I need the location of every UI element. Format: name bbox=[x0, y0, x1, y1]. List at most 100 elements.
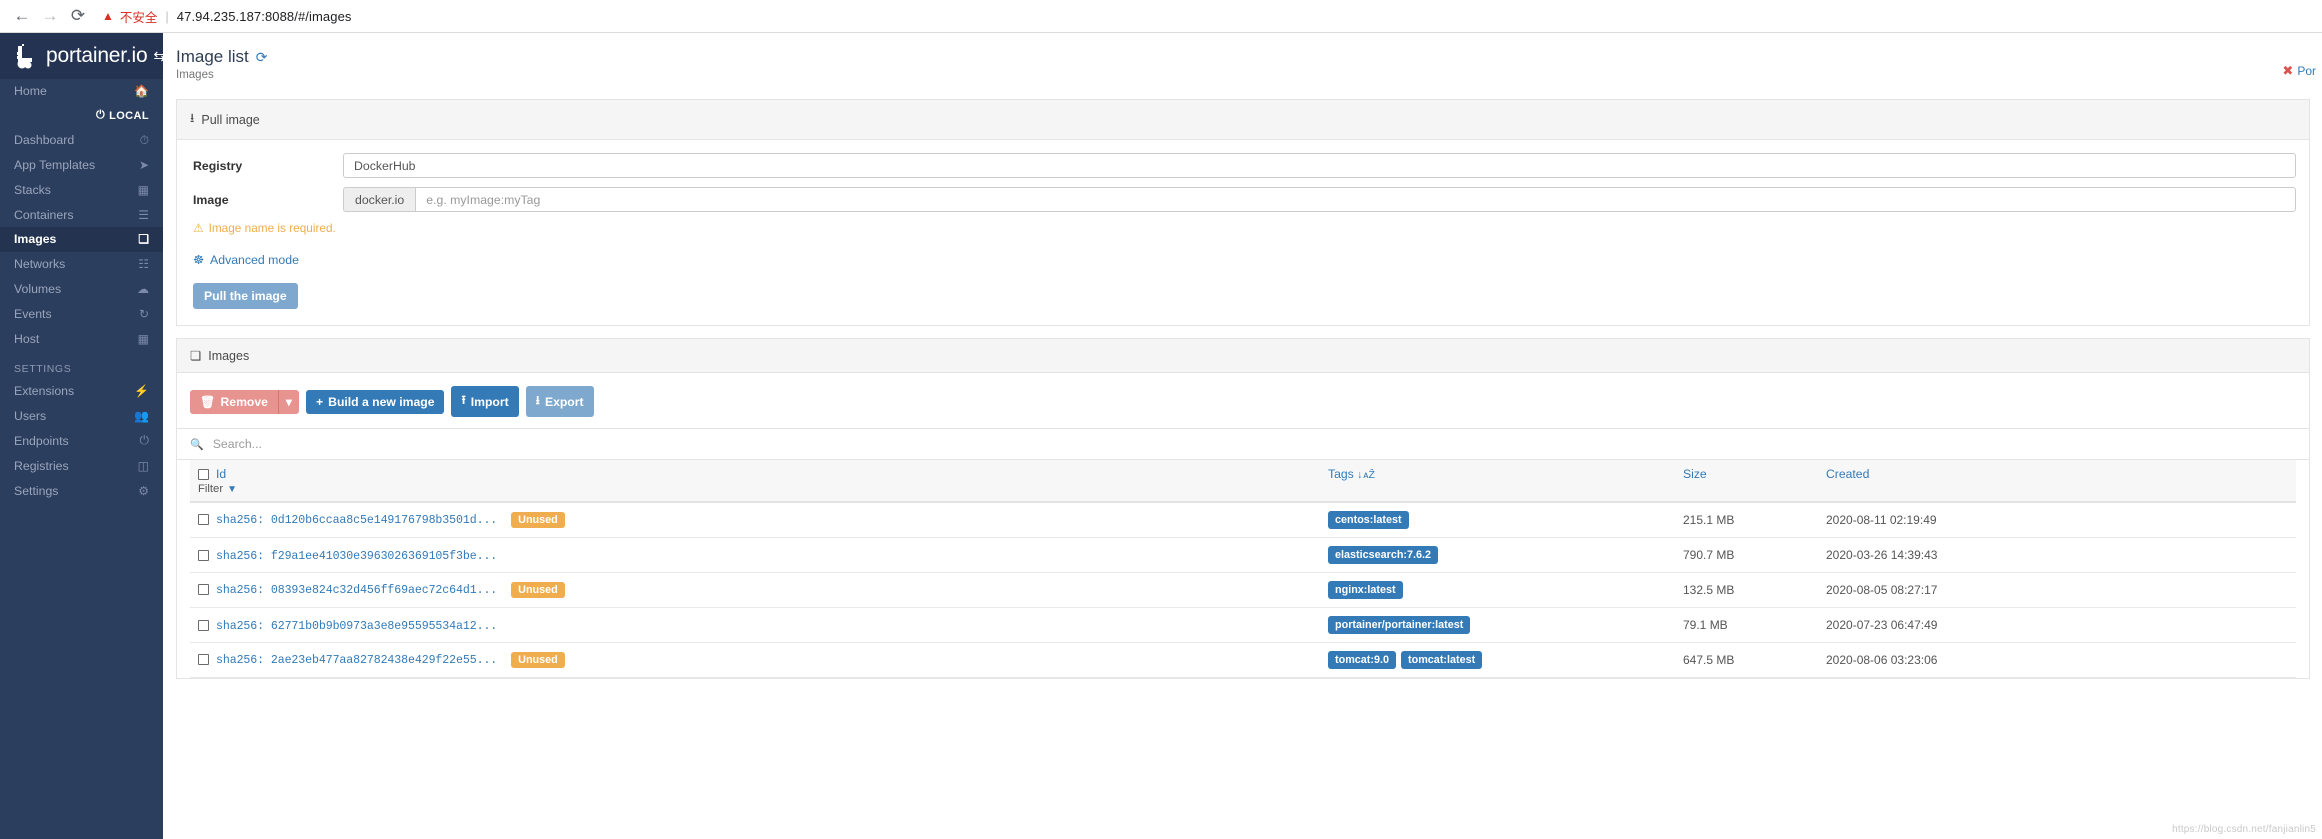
images-table-body: sha256: 0d120b6ccaa8c5e149176798b3501d..… bbox=[190, 502, 2296, 678]
sidebar-item-label: Networks bbox=[14, 257, 65, 271]
bolt-icon: ⚡ bbox=[134, 384, 149, 398]
row-checkbox[interactable] bbox=[198, 620, 209, 631]
row-checkbox[interactable] bbox=[198, 654, 209, 665]
registry-label: Registry bbox=[190, 159, 343, 173]
image-id-link[interactable]: sha256: 2ae23eb477aa82782438e429f22e55..… bbox=[216, 654, 497, 667]
back-arrow-icon[interactable]: ← bbox=[8, 2, 36, 30]
sidebar-item-label: Stacks bbox=[14, 183, 51, 197]
filter-control[interactable]: Filter ▼ bbox=[198, 483, 1328, 495]
remove-dropdown-button[interactable]: ▾ bbox=[278, 390, 299, 414]
refresh-icon[interactable]: ⟳ bbox=[256, 49, 268, 66]
sidebar-item-registries[interactable]: Registries ◫ bbox=[0, 453, 163, 478]
images-table-head: Id Filter ▼ Tags ↓ ᴀẐ bbox=[190, 460, 2296, 502]
row-checkbox[interactable] bbox=[198, 584, 209, 595]
sidebar-item-label: Settings bbox=[14, 484, 58, 498]
images-toolbar: 🗑 Remove ▾ + Build a new image ⭱ Import bbox=[190, 386, 2296, 428]
network-icon: ☷ bbox=[138, 257, 149, 271]
status-badge: Unused bbox=[511, 652, 565, 668]
tag-badge: centos:latest bbox=[1328, 511, 1409, 529]
history-icon: ↻ bbox=[139, 307, 149, 321]
table-row[interactable]: sha256: 2ae23eb477aa82782438e429f22e55..… bbox=[190, 643, 2296, 678]
row-checkbox[interactable] bbox=[198, 514, 209, 525]
cell-tags: portainer/portainer:latest bbox=[1328, 608, 1683, 643]
column-header-id[interactable]: Id Filter ▼ bbox=[190, 460, 1328, 502]
sidebar-item-label: Events bbox=[14, 307, 52, 321]
sidebar-item-networks[interactable]: Networks ☷ bbox=[0, 252, 163, 277]
warning-triangle-icon: ▲ bbox=[102, 9, 114, 23]
globe-icon: ☸ bbox=[193, 253, 204, 267]
column-header-created[interactable]: Created bbox=[1826, 460, 2296, 502]
collapse-toggle-icon[interactable]: ⇆ bbox=[154, 48, 163, 65]
search-input[interactable]: Search... bbox=[213, 437, 262, 451]
top-right-label: Por bbox=[2297, 64, 2316, 78]
sidebar-item-users[interactable]: Users 👥 bbox=[0, 404, 163, 429]
cell-created: 2020-08-11 02:19:49 bbox=[1826, 502, 2296, 538]
cell-created: 2020-07-23 06:47:49 bbox=[1826, 608, 2296, 643]
download-icon: ⭳ bbox=[190, 109, 194, 130]
advanced-mode-toggle[interactable]: ☸ Advanced mode bbox=[193, 253, 2296, 267]
brand-header: portainer.io ⇆ bbox=[0, 33, 163, 79]
table-row[interactable]: sha256: 08393e824c32d456ff69aec72c64d1..… bbox=[190, 573, 2296, 608]
sidebar-item-settings[interactable]: Settings ⚙ bbox=[0, 478, 163, 503]
brand-name: portainer.io bbox=[46, 44, 148, 68]
select-all-checkbox[interactable] bbox=[198, 469, 209, 480]
column-header-size-label: Size bbox=[1683, 467, 1707, 481]
reload-icon[interactable]: ⟳ bbox=[64, 2, 92, 30]
image-id-link[interactable]: sha256: 62771b0b9b0973a3e8e95595534a12..… bbox=[216, 620, 497, 633]
sidebar-item-home[interactable]: Home 🏠 bbox=[0, 79, 163, 104]
image-id-link[interactable]: sha256: f29a1ee41030e3963026369105f3be..… bbox=[216, 550, 497, 563]
column-header-tags[interactable]: Tags ↓ ᴀẐ bbox=[1328, 460, 1683, 502]
sidebar-item-label: App Templates bbox=[14, 158, 95, 172]
column-header-size[interactable]: Size bbox=[1683, 460, 1826, 502]
table-row[interactable]: sha256: 0d120b6ccaa8c5e149176798b3501d..… bbox=[190, 502, 2296, 538]
address-bar[interactable]: ▲ 不安全 | 47.94.235.187:8088/#/images bbox=[102, 4, 2314, 28]
build-new-image-button[interactable]: + Build a new image bbox=[306, 390, 444, 414]
image-id-link[interactable]: sha256: 08393e824c32d456ff69aec72c64d1..… bbox=[216, 584, 497, 597]
table-row[interactable]: sha256: 62771b0b9b0973a3e8e95595534a12..… bbox=[190, 608, 2296, 643]
sidebar-item-stacks[interactable]: Stacks ▦ bbox=[0, 177, 163, 202]
sidebar-item-host[interactable]: Host ▦ bbox=[0, 326, 163, 351]
page-header: Image list ⟳ Images bbox=[163, 33, 2322, 87]
cell-id: sha256: 0d120b6ccaa8c5e149176798b3501d..… bbox=[190, 502, 1328, 538]
forward-arrow-icon[interactable]: → bbox=[36, 2, 64, 30]
tag-badge: portainer/portainer:latest bbox=[1328, 616, 1470, 634]
sidebar-item-app-templates[interactable]: App Templates ➤ bbox=[0, 153, 163, 178]
sidebar-item-label: Dashboard bbox=[14, 133, 74, 147]
sidebar-item-dashboard[interactable]: Dashboard ⏱ bbox=[0, 128, 163, 153]
export-button[interactable]: ⭳ Export bbox=[526, 386, 594, 417]
sidebar-item-events[interactable]: Events ↻ bbox=[0, 301, 163, 326]
sidebar-item-label: Users bbox=[14, 409, 46, 423]
search-bar[interactable]: 🔍 Search... bbox=[177, 428, 2309, 460]
breadcrumb: Images bbox=[176, 69, 2322, 81]
page-title: Image list ⟳ bbox=[176, 47, 2322, 67]
top-right-status[interactable]: ✖ Por bbox=[2282, 63, 2316, 79]
cell-id: sha256: f29a1ee41030e3963026369105f3be..… bbox=[190, 538, 1328, 573]
filter-label: Filter bbox=[198, 483, 223, 495]
pull-the-image-button[interactable]: Pull the image bbox=[193, 283, 298, 309]
cell-tags: elasticsearch:7.6.2 bbox=[1328, 538, 1683, 573]
rocket-icon: ➤ bbox=[139, 158, 149, 172]
plug-icon: ⏻ bbox=[96, 109, 105, 122]
sidebar-item-volumes[interactable]: Volumes ☁ bbox=[0, 277, 163, 302]
sidebar-section-settings: SETTINGS bbox=[0, 351, 163, 379]
row-checkbox[interactable] bbox=[198, 550, 209, 561]
column-header-id-label: Id bbox=[216, 467, 226, 481]
registry-select[interactable]: DockerHub bbox=[343, 153, 2296, 178]
sidebar-item-containers[interactable]: Containers ☰ bbox=[0, 202, 163, 227]
sidebar-item-endpoints[interactable]: Endpoints ⏻ bbox=[0, 429, 163, 454]
sidebar-item-extensions[interactable]: Extensions ⚡ bbox=[0, 379, 163, 404]
sidebar-item-images[interactable]: Images ❏ bbox=[0, 227, 163, 252]
pull-image-title: Pull image bbox=[201, 113, 259, 127]
local-label-text: LOCAL bbox=[109, 110, 149, 122]
endpoint-local-label: ⏻ LOCAL bbox=[0, 104, 163, 128]
table-row[interactable]: sha256: f29a1ee41030e3963026369105f3be..… bbox=[190, 538, 2296, 573]
cell-size: 79.1 MB bbox=[1683, 608, 1826, 643]
image-id-link[interactable]: sha256: 0d120b6ccaa8c5e149176798b3501d..… bbox=[216, 514, 497, 527]
remove-button[interactable]: 🗑 Remove bbox=[190, 390, 278, 414]
image-name-input[interactable]: e.g. myImage:myTag bbox=[415, 187, 2296, 212]
omnibox-divider: | bbox=[165, 9, 168, 24]
import-button-label: Import bbox=[471, 395, 509, 409]
import-button[interactable]: ⭱ Import bbox=[451, 386, 518, 417]
remove-button-group: 🗑 Remove ▾ bbox=[190, 390, 299, 414]
main-content: Image list ⟳ Images ✖ Por ⭳ Pull image R… bbox=[163, 33, 2322, 839]
